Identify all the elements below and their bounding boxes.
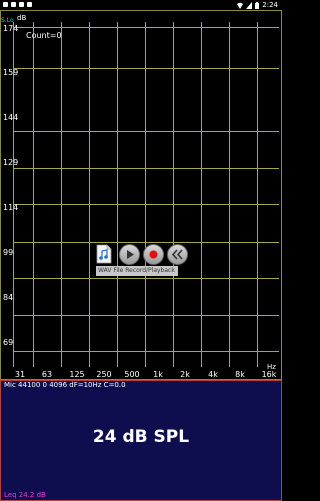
grid-line-h xyxy=(13,351,279,352)
y-tick-label: 159 xyxy=(3,68,19,77)
spl-panel: Mic 44100 0 4096 dF=10Hz C=0.0 24 dB SPL… xyxy=(0,380,282,501)
x-tick-label: 31 xyxy=(14,370,26,379)
x-tick-label: 125 xyxy=(69,370,85,379)
grid-line-h xyxy=(13,68,279,69)
grid-line-v xyxy=(33,22,34,367)
count-label: Count=0 xyxy=(26,31,62,40)
grid-line-v xyxy=(61,22,62,367)
x-tick-label: 8k xyxy=(235,370,245,379)
grid-line-h xyxy=(13,315,279,316)
x-tick-label: 500 xyxy=(124,370,140,379)
grid-line-h xyxy=(13,242,279,243)
record-icon xyxy=(149,250,158,259)
x-tick-label: 2k xyxy=(180,370,190,379)
record-button[interactable] xyxy=(143,244,164,265)
x-tick-label: 250 xyxy=(96,370,112,379)
signal-icon xyxy=(246,1,253,9)
x-tick-label: 4k xyxy=(208,370,218,379)
rewind-icon xyxy=(171,249,183,260)
grid-line-v xyxy=(257,22,258,367)
play-icon xyxy=(127,250,134,259)
y-tick-label: 129 xyxy=(3,158,19,167)
y-tick-label: 174 xyxy=(3,24,19,33)
leq-readout: Leq 24.2 dB xyxy=(4,491,46,499)
grid-line-v xyxy=(89,22,90,367)
y-tick-label: 69 xyxy=(3,338,14,347)
y-tick-label: 99 xyxy=(3,248,14,257)
y-tick-label: 84 xyxy=(3,293,14,302)
level-indicator: S.Lo xyxy=(1,17,14,24)
wifi-icon xyxy=(237,2,244,9)
grid-line-v xyxy=(117,22,118,367)
player-label: WAV File Record/Playback xyxy=(96,266,178,276)
grid-line-h xyxy=(13,131,279,132)
notification-icon xyxy=(11,2,16,7)
x-tick-label: 63 xyxy=(41,370,53,379)
grid-line-h xyxy=(13,204,279,205)
grid-line-v xyxy=(173,22,174,367)
notification-icon xyxy=(27,2,32,7)
grid-line-h xyxy=(13,168,279,169)
y-tick-label: 144 xyxy=(3,113,19,122)
rewind-button[interactable] xyxy=(167,244,188,265)
grid-line-v xyxy=(145,22,146,367)
plot-frame xyxy=(0,10,282,380)
x-tick-label: 16k xyxy=(261,370,277,379)
music-file-icon[interactable] xyxy=(96,244,112,264)
grid-line-h xyxy=(13,27,279,28)
play-button[interactable] xyxy=(119,244,140,265)
mic-info: Mic 44100 0 4096 dF=10Hz C=0.0 xyxy=(4,381,126,389)
clock: 2:24 xyxy=(262,1,278,9)
grid-line-v xyxy=(229,22,230,367)
notification-icon xyxy=(3,2,8,7)
notification-icon xyxy=(19,2,24,7)
y-axis-unit: dB xyxy=(17,14,27,22)
spl-readout: 24 dB SPL xyxy=(92,427,190,447)
wav-player: WAV File Record/Playback xyxy=(96,244,188,280)
battery-icon xyxy=(255,1,260,9)
grid-line-v xyxy=(201,22,202,367)
status-bar: 2:24 xyxy=(0,0,282,10)
y-tick-label: 114 xyxy=(3,203,19,212)
x-tick-label: 1k xyxy=(153,370,163,379)
spectrum-plot[interactable]: dB S.Lo Count=0 Hz 174 159 144 129 114 9… xyxy=(0,10,282,380)
